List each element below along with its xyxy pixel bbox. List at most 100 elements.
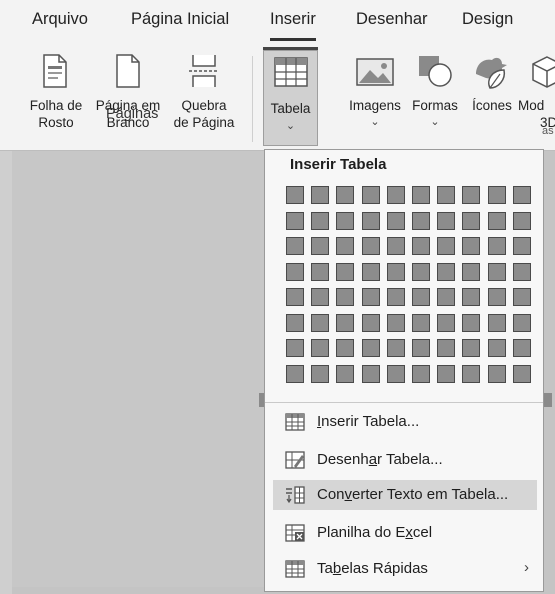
grid-cell[interactable] (512, 364, 531, 383)
grid-cell[interactable] (512, 237, 531, 255)
grid-cell[interactable] (462, 186, 481, 204)
tab-inserir[interactable]: Inserir (270, 10, 316, 41)
grid-cell[interactable] (361, 237, 380, 255)
document-page[interactable] (12, 151, 264, 587)
images-button[interactable]: Imagens ⌄ (342, 52, 408, 142)
grid-cell[interactable] (386, 237, 405, 255)
grid-cell[interactable] (286, 186, 304, 204)
grid-cell[interactable] (412, 186, 430, 204)
grid-cell[interactable] (286, 237, 304, 255)
page-break-label-2: de Página (173, 115, 235, 130)
tab-design[interactable]: Design (462, 10, 513, 29)
grid-cell[interactable] (336, 313, 355, 332)
grid-cell[interactable] (336, 339, 355, 357)
grid-cell[interactable] (361, 364, 380, 383)
grid-cell[interactable] (286, 313, 304, 332)
grid-cell[interactable] (336, 237, 355, 255)
grid-cell[interactable] (512, 313, 531, 332)
menu-item-inserir-tabela[interactable]: Inserir Tabela... (273, 407, 537, 437)
cover-page-button[interactable]: Folha de Rosto (23, 52, 89, 142)
blank-page-button[interactable]: Página em Branco (92, 52, 164, 142)
tab-arquivo[interactable]: Arquivo (32, 10, 88, 29)
grid-cell[interactable] (437, 339, 456, 357)
grid-cell[interactable] (311, 313, 330, 332)
grid-cell[interactable] (361, 186, 380, 204)
grid-cell[interactable] (311, 262, 330, 281)
grid-cell[interactable] (386, 364, 405, 383)
menu-item-tabelas-rapidas[interactable]: Tabelas Rápidas › (273, 554, 537, 584)
menu-item-desenhar-tabela[interactable]: Desenhar Tabela... (273, 445, 537, 475)
grid-cell[interactable] (487, 339, 506, 357)
grid-cell[interactable] (336, 288, 355, 306)
grid-cell[interactable] (437, 288, 456, 306)
grid-cell[interactable] (336, 186, 355, 204)
grid-cell[interactable] (512, 288, 531, 306)
tab-pagina-inicial[interactable]: Página Inicial (131, 10, 229, 29)
grid-cell[interactable] (412, 313, 430, 332)
grid-cell[interactable] (361, 339, 380, 357)
grid-cell[interactable] (487, 262, 506, 281)
grid-cell[interactable] (462, 364, 481, 383)
grid-cell[interactable] (512, 339, 531, 357)
grid-cell[interactable] (386, 186, 405, 204)
grid-cell[interactable] (386, 339, 405, 357)
grid-cell[interactable] (437, 186, 456, 204)
grid-cell[interactable] (487, 237, 506, 255)
grid-cell[interactable] (361, 288, 380, 306)
grid-cell[interactable] (361, 211, 380, 230)
menu-item-planilha-excel[interactable]: Planilha do Excel (273, 518, 537, 548)
grid-cell[interactable] (386, 288, 405, 306)
grid-cell[interactable] (462, 339, 481, 357)
grid-cell[interactable] (311, 211, 330, 230)
grid-cell[interactable] (361, 313, 380, 332)
grid-cell[interactable] (487, 313, 506, 332)
grid-cell[interactable] (412, 288, 430, 306)
grid-cell[interactable] (386, 313, 405, 332)
grid-cell[interactable] (311, 288, 330, 306)
grid-cell[interactable] (286, 262, 304, 281)
grid-cell[interactable] (336, 364, 355, 383)
grid-cell[interactable] (437, 364, 456, 383)
grid-cell[interactable] (512, 262, 531, 281)
page-break-button[interactable]: Quebra de Página (166, 52, 242, 142)
grid-cell[interactable] (437, 313, 456, 332)
grid-cell[interactable] (386, 262, 405, 281)
grid-cell[interactable] (462, 313, 481, 332)
icons-button[interactable]: Ícones (466, 52, 518, 142)
grid-cell[interactable] (437, 262, 456, 281)
grid-cell[interactable] (361, 262, 380, 281)
table-button[interactable]: Tabela ⌄ (263, 47, 318, 146)
grid-cell[interactable] (437, 237, 456, 255)
grid-cell[interactable] (462, 211, 481, 230)
grid-cell[interactable] (512, 211, 531, 230)
grid-cell[interactable] (311, 186, 330, 204)
grid-cell[interactable] (437, 211, 456, 230)
grid-cell[interactable] (386, 211, 405, 230)
grid-cell[interactable] (512, 186, 531, 204)
grid-cell[interactable] (487, 211, 506, 230)
tab-desenhar[interactable]: Desenhar (356, 10, 428, 29)
grid-cell[interactable] (311, 237, 330, 255)
grid-cell[interactable] (286, 364, 304, 383)
grid-cell[interactable] (412, 262, 430, 281)
menu-item-converter-texto[interactable]: Converter Texto em Tabela... (273, 480, 537, 510)
convert-text-table-icon (286, 486, 305, 504)
grid-cell[interactable] (311, 339, 330, 357)
grid-cell[interactable] (336, 211, 355, 230)
grid-cell[interactable] (462, 288, 481, 306)
grid-cell[interactable] (412, 339, 430, 357)
grid-cell[interactable] (462, 262, 481, 281)
grid-cell[interactable] (336, 262, 355, 281)
grid-cell[interactable] (286, 211, 304, 230)
grid-cell[interactable] (487, 186, 506, 204)
grid-cell[interactable] (462, 237, 481, 255)
grid-cell[interactable] (286, 339, 304, 357)
grid-cell[interactable] (311, 364, 330, 383)
shapes-button[interactable]: Formas ⌄ (407, 52, 463, 142)
grid-cell[interactable] (412, 364, 430, 383)
grid-cell[interactable] (412, 237, 430, 255)
grid-cell[interactable] (487, 288, 506, 306)
grid-cell[interactable] (487, 364, 506, 383)
grid-cell[interactable] (286, 288, 304, 306)
grid-cell[interactable] (412, 211, 430, 230)
